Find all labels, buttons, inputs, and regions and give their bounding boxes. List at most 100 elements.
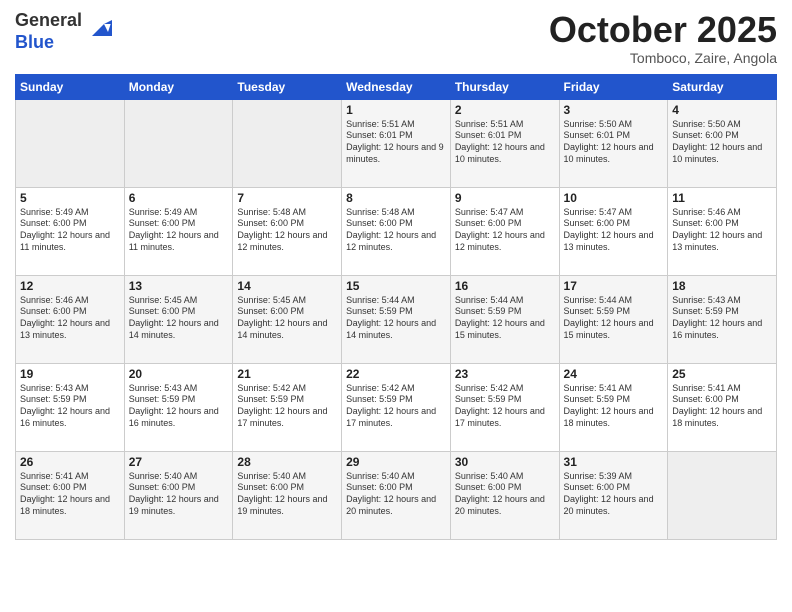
calendar-cell: 31Sunrise: 5:39 AMSunset: 6:00 PMDayligh… (559, 451, 668, 539)
cell-text: Sunrise: 5:44 AM (455, 295, 555, 307)
cell-text: Sunset: 5:59 PM (455, 394, 555, 406)
calendar-cell: 2Sunrise: 5:51 AMSunset: 6:01 PMDaylight… (450, 99, 559, 187)
calendar-cell: 30Sunrise: 5:40 AMSunset: 6:00 PMDayligh… (450, 451, 559, 539)
calendar-cell (233, 99, 342, 187)
title-block: October 2025 Tomboco, Zaire, Angola (549, 10, 777, 66)
calendar-cell (16, 99, 125, 187)
cell-text: Sunrise: 5:45 AM (129, 295, 229, 307)
cell-text: Sunrise: 5:51 AM (455, 119, 555, 131)
cell-text: Sunrise: 5:42 AM (237, 383, 337, 395)
calendar-week-1: 1Sunrise: 5:51 AMSunset: 6:01 PMDaylight… (16, 99, 777, 187)
calendar-cell: 15Sunrise: 5:44 AMSunset: 5:59 PMDayligh… (342, 275, 451, 363)
day-number: 18 (672, 279, 772, 293)
logo-blue: Blue (15, 32, 54, 54)
col-wednesday: Wednesday (342, 74, 451, 99)
calendar-cell: 27Sunrise: 5:40 AMSunset: 6:00 PMDayligh… (124, 451, 233, 539)
day-number: 26 (20, 455, 120, 469)
cell-text: Daylight: 12 hours and 16 minutes. (129, 406, 229, 429)
calendar-cell: 5Sunrise: 5:49 AMSunset: 6:00 PMDaylight… (16, 187, 125, 275)
day-number: 8 (346, 191, 446, 205)
cell-text: Sunset: 5:59 PM (564, 394, 664, 406)
cell-text: Daylight: 12 hours and 11 minutes. (20, 230, 120, 253)
cell-text: Sunset: 6:00 PM (237, 482, 337, 494)
cell-text: Sunset: 5:59 PM (564, 306, 664, 318)
cell-text: Sunrise: 5:47 AM (455, 207, 555, 219)
cell-text: Daylight: 12 hours and 18 minutes. (564, 406, 664, 429)
day-number: 27 (129, 455, 229, 469)
cell-text: Sunset: 6:00 PM (455, 218, 555, 230)
cell-text: Sunrise: 5:39 AM (564, 471, 664, 483)
cell-text: Daylight: 12 hours and 13 minutes. (20, 318, 120, 341)
calendar-page: General Blue October 2025 Tomboco, Zaire… (0, 0, 792, 612)
calendar-table: Sunday Monday Tuesday Wednesday Thursday… (15, 74, 777, 540)
cell-text: Sunset: 6:00 PM (564, 482, 664, 494)
cell-text: Sunset: 6:00 PM (564, 218, 664, 230)
cell-text: Sunset: 6:00 PM (346, 218, 446, 230)
cell-text: Sunset: 5:59 PM (455, 306, 555, 318)
header-row: Sunday Monday Tuesday Wednesday Thursday… (16, 74, 777, 99)
day-number: 30 (455, 455, 555, 469)
cell-text: Sunrise: 5:48 AM (237, 207, 337, 219)
cell-text: Daylight: 12 hours and 20 minutes. (346, 494, 446, 517)
header: General Blue October 2025 Tomboco, Zaire… (15, 10, 777, 66)
cell-text: Sunset: 6:00 PM (346, 482, 446, 494)
cell-text: Sunrise: 5:50 AM (564, 119, 664, 131)
cell-text: Sunset: 5:59 PM (129, 394, 229, 406)
cell-text: Daylight: 12 hours and 19 minutes. (129, 494, 229, 517)
cell-text: Daylight: 12 hours and 9 minutes. (346, 142, 446, 165)
cell-text: Daylight: 12 hours and 12 minutes. (237, 230, 337, 253)
cell-text: Sunrise: 5:40 AM (455, 471, 555, 483)
cell-text: Sunset: 6:00 PM (20, 482, 120, 494)
cell-text: Sunset: 6:01 PM (564, 130, 664, 142)
cell-text: Sunset: 6:01 PM (455, 130, 555, 142)
cell-text: Daylight: 12 hours and 19 minutes. (237, 494, 337, 517)
day-number: 19 (20, 367, 120, 381)
cell-text: Daylight: 12 hours and 18 minutes. (672, 406, 772, 429)
calendar-cell: 13Sunrise: 5:45 AMSunset: 6:00 PMDayligh… (124, 275, 233, 363)
cell-text: Sunset: 6:00 PM (129, 482, 229, 494)
calendar-cell: 17Sunrise: 5:44 AMSunset: 5:59 PMDayligh… (559, 275, 668, 363)
col-sunday: Sunday (16, 74, 125, 99)
calendar-cell: 20Sunrise: 5:43 AMSunset: 5:59 PMDayligh… (124, 363, 233, 451)
cell-text: Sunrise: 5:41 AM (672, 383, 772, 395)
cell-text: Sunset: 6:00 PM (20, 306, 120, 318)
cell-text: Sunrise: 5:45 AM (237, 295, 337, 307)
calendar-cell: 14Sunrise: 5:45 AMSunset: 6:00 PMDayligh… (233, 275, 342, 363)
calendar-cell: 16Sunrise: 5:44 AMSunset: 5:59 PMDayligh… (450, 275, 559, 363)
cell-text: Sunrise: 5:49 AM (20, 207, 120, 219)
cell-text: Daylight: 12 hours and 14 minutes. (129, 318, 229, 341)
calendar-week-5: 26Sunrise: 5:41 AMSunset: 6:00 PMDayligh… (16, 451, 777, 539)
calendar-cell: 6Sunrise: 5:49 AMSunset: 6:00 PMDaylight… (124, 187, 233, 275)
cell-text: Daylight: 12 hours and 10 minutes. (455, 142, 555, 165)
location: Tomboco, Zaire, Angola (549, 50, 777, 66)
cell-text: Sunset: 6:00 PM (129, 306, 229, 318)
day-number: 23 (455, 367, 555, 381)
day-number: 16 (455, 279, 555, 293)
col-tuesday: Tuesday (233, 74, 342, 99)
day-number: 11 (672, 191, 772, 205)
day-number: 31 (564, 455, 664, 469)
calendar-week-4: 19Sunrise: 5:43 AMSunset: 5:59 PMDayligh… (16, 363, 777, 451)
cell-text: Sunrise: 5:51 AM (346, 119, 446, 131)
day-number: 22 (346, 367, 446, 381)
calendar-cell: 26Sunrise: 5:41 AMSunset: 6:00 PMDayligh… (16, 451, 125, 539)
logo-icon (84, 16, 112, 44)
calendar-cell: 3 Sunrise: 5:50 AMSunset: 6:01 PMDaylight… (559, 99, 668, 187)
day-number: 28 (237, 455, 337, 469)
cell-text: Daylight: 12 hours and 10 minutes. (564, 142, 664, 165)
col-thursday: Thursday (450, 74, 559, 99)
calendar-cell: 18Sunrise: 5:43 AMSunset: 5:59 PMDayligh… (668, 275, 777, 363)
day-number: 3 (564, 103, 664, 117)
cell-text: Daylight: 12 hours and 16 minutes. (20, 406, 120, 429)
cell-text: Sunset: 6:00 PM (237, 306, 337, 318)
cell-text: Sunset: 6:00 PM (129, 218, 229, 230)
cell-text: Sunrise: 5:42 AM (346, 383, 446, 395)
cell-text: Sunrise: 5:46 AM (672, 207, 772, 219)
calendar-cell: 19Sunrise: 5:43 AMSunset: 5:59 PMDayligh… (16, 363, 125, 451)
cell-text: Sunrise: 5:47 AM (564, 207, 664, 219)
cell-text: Sunrise: 5:43 AM (672, 295, 772, 307)
calendar-cell: 21Sunrise: 5:42 AMSunset: 5:59 PMDayligh… (233, 363, 342, 451)
cell-text: Daylight: 12 hours and 12 minutes. (346, 230, 446, 253)
month-title: October 2025 (549, 10, 777, 50)
day-number: 10 (564, 191, 664, 205)
